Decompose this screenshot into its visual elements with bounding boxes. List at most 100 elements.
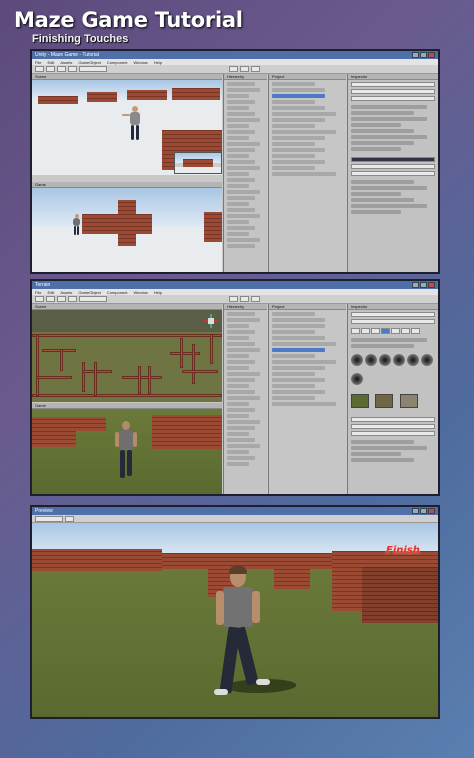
scene-view[interactable]: Scene — [32, 304, 222, 402]
maximize-button[interactable] — [420, 282, 427, 288]
terrain-settings-tool[interactable] — [411, 328, 420, 334]
paint-height-tool[interactable] — [361, 328, 370, 334]
maze-wall — [38, 96, 78, 104]
maximize-button[interactable] — [420, 52, 427, 58]
window-title: Unity - Maze Game - Tutorial — [35, 52, 99, 58]
brush-icon[interactable] — [379, 354, 391, 366]
scene-view[interactable]: Scene — [32, 74, 222, 181]
window-title: Terrain — [35, 282, 51, 288]
minimize-button[interactable] — [412, 508, 419, 514]
menu-edit[interactable]: Edit — [47, 290, 54, 295]
maze-wall — [87, 92, 117, 102]
scale-tool-button[interactable] — [68, 66, 77, 72]
raise-terrain-tool[interactable] — [351, 328, 360, 334]
brush-icon[interactable] — [407, 354, 419, 366]
menu-component[interactable]: Component — [107, 290, 128, 295]
pause-button[interactable] — [240, 66, 249, 72]
player-character — [72, 214, 82, 236]
brush-icon[interactable] — [351, 373, 363, 385]
player-character — [114, 421, 138, 485]
rock-texture-swatch[interactable] — [399, 394, 418, 408]
brush-icon[interactable] — [351, 354, 363, 366]
step-button[interactable] — [251, 66, 260, 72]
step-button[interactable] — [251, 296, 260, 302]
play-button[interactable] — [229, 66, 238, 72]
pause-button[interactable] — [240, 296, 249, 302]
unity-editor-screenshot-1: Unity - Maze Game - Tutorial File Edit A… — [30, 49, 440, 274]
maze-wall — [42, 349, 76, 352]
game-view[interactable]: Game — [32, 182, 222, 272]
close-button[interactable] — [428, 508, 435, 514]
maze-wall — [127, 90, 167, 100]
smooth-height-tool[interactable] — [371, 328, 380, 334]
game-toolbar — [32, 515, 438, 523]
game-view[interactable]: Game — [32, 403, 222, 494]
dirt-texture-swatch[interactable] — [375, 394, 394, 408]
menu-help[interactable]: Help — [154, 290, 162, 295]
maximize-button[interactable] — [420, 508, 427, 514]
minimize-button[interactable] — [412, 52, 419, 58]
maze-wall — [32, 334, 222, 337]
menu-component[interactable]: Component — [107, 60, 128, 65]
pivot-toggle[interactable] — [79, 296, 107, 302]
menu-help[interactable]: Help — [154, 60, 162, 65]
maze-wall — [60, 349, 63, 371]
page-title: Maze Game Tutorial — [14, 8, 243, 32]
maze-wall — [32, 549, 162, 571]
menu-window[interactable]: Window — [134, 290, 148, 295]
minimize-button[interactable] — [412, 282, 419, 288]
menu-window[interactable]: Window — [134, 60, 148, 65]
camera-preview — [174, 152, 222, 174]
project-panel[interactable]: Project — [268, 74, 346, 272]
scene-gizmo-icon[interactable] — [204, 314, 218, 328]
place-trees-tool[interactable] — [391, 328, 400, 334]
maximize-on-play-toggle[interactable] — [65, 515, 74, 522]
pivot-toggle[interactable] — [79, 66, 107, 72]
rotate-tool-button[interactable] — [57, 66, 66, 72]
inspector-panel[interactable]: Inspector — [347, 74, 438, 272]
player-character — [122, 106, 144, 142]
editor-toolbar — [32, 65, 438, 74]
project-panel[interactable]: Project — [268, 304, 346, 494]
paint-texture-tool[interactable] — [381, 328, 390, 334]
maze-wall — [36, 334, 39, 396]
maze-wall — [274, 555, 310, 589]
hierarchy-panel[interactable]: Hierarchy — [223, 304, 267, 494]
maze-wall — [204, 212, 222, 242]
terrain-tool-bar — [348, 326, 438, 336]
brush-icon[interactable] — [393, 354, 405, 366]
menu-gameobject[interactable]: GameObject — [78, 60, 100, 65]
menu-gameobject[interactable]: GameObject — [78, 290, 100, 295]
inspector-panel[interactable]: Inspector — [347, 304, 438, 494]
menu-assets[interactable]: Assets — [60, 290, 72, 295]
window-titlebar: Unity - Maze Game - Tutorial — [32, 51, 438, 59]
scale-tool-button[interactable] — [68, 296, 77, 302]
hand-tool-button[interactable] — [35, 66, 44, 72]
grass-texture-swatch[interactable] — [351, 394, 369, 408]
inspector-tab[interactable]: Inspector — [348, 304, 438, 310]
brush-icon[interactable] — [421, 354, 433, 366]
menu-file[interactable]: File — [35, 60, 41, 65]
move-tool-button[interactable] — [46, 296, 55, 302]
brush-icon[interactable] — [365, 354, 377, 366]
hierarchy-panel[interactable]: Hierarchy — [223, 74, 267, 272]
rotate-tool-button[interactable] — [57, 296, 66, 302]
maze-wall — [210, 334, 213, 364]
maze-wall — [76, 417, 106, 431]
move-tool-button[interactable] — [46, 66, 55, 72]
paint-details-tool[interactable] — [401, 328, 410, 334]
menu-file[interactable]: File — [35, 290, 41, 295]
maze-wall — [180, 338, 183, 368]
hand-tool-button[interactable] — [35, 296, 44, 302]
maze-wall — [182, 370, 218, 373]
menu-assets[interactable]: Assets — [60, 60, 72, 65]
close-button[interactable] — [428, 282, 435, 288]
play-button[interactable] — [229, 296, 238, 302]
maze-wall — [94, 362, 97, 396]
editor-toolbar — [32, 295, 438, 304]
close-button[interactable] — [428, 52, 435, 58]
maze-wall — [32, 417, 76, 447]
aspect-dropdown[interactable] — [35, 515, 63, 522]
menu-edit[interactable]: Edit — [47, 60, 54, 65]
inspector-tab[interactable]: Inspector — [348, 74, 438, 80]
